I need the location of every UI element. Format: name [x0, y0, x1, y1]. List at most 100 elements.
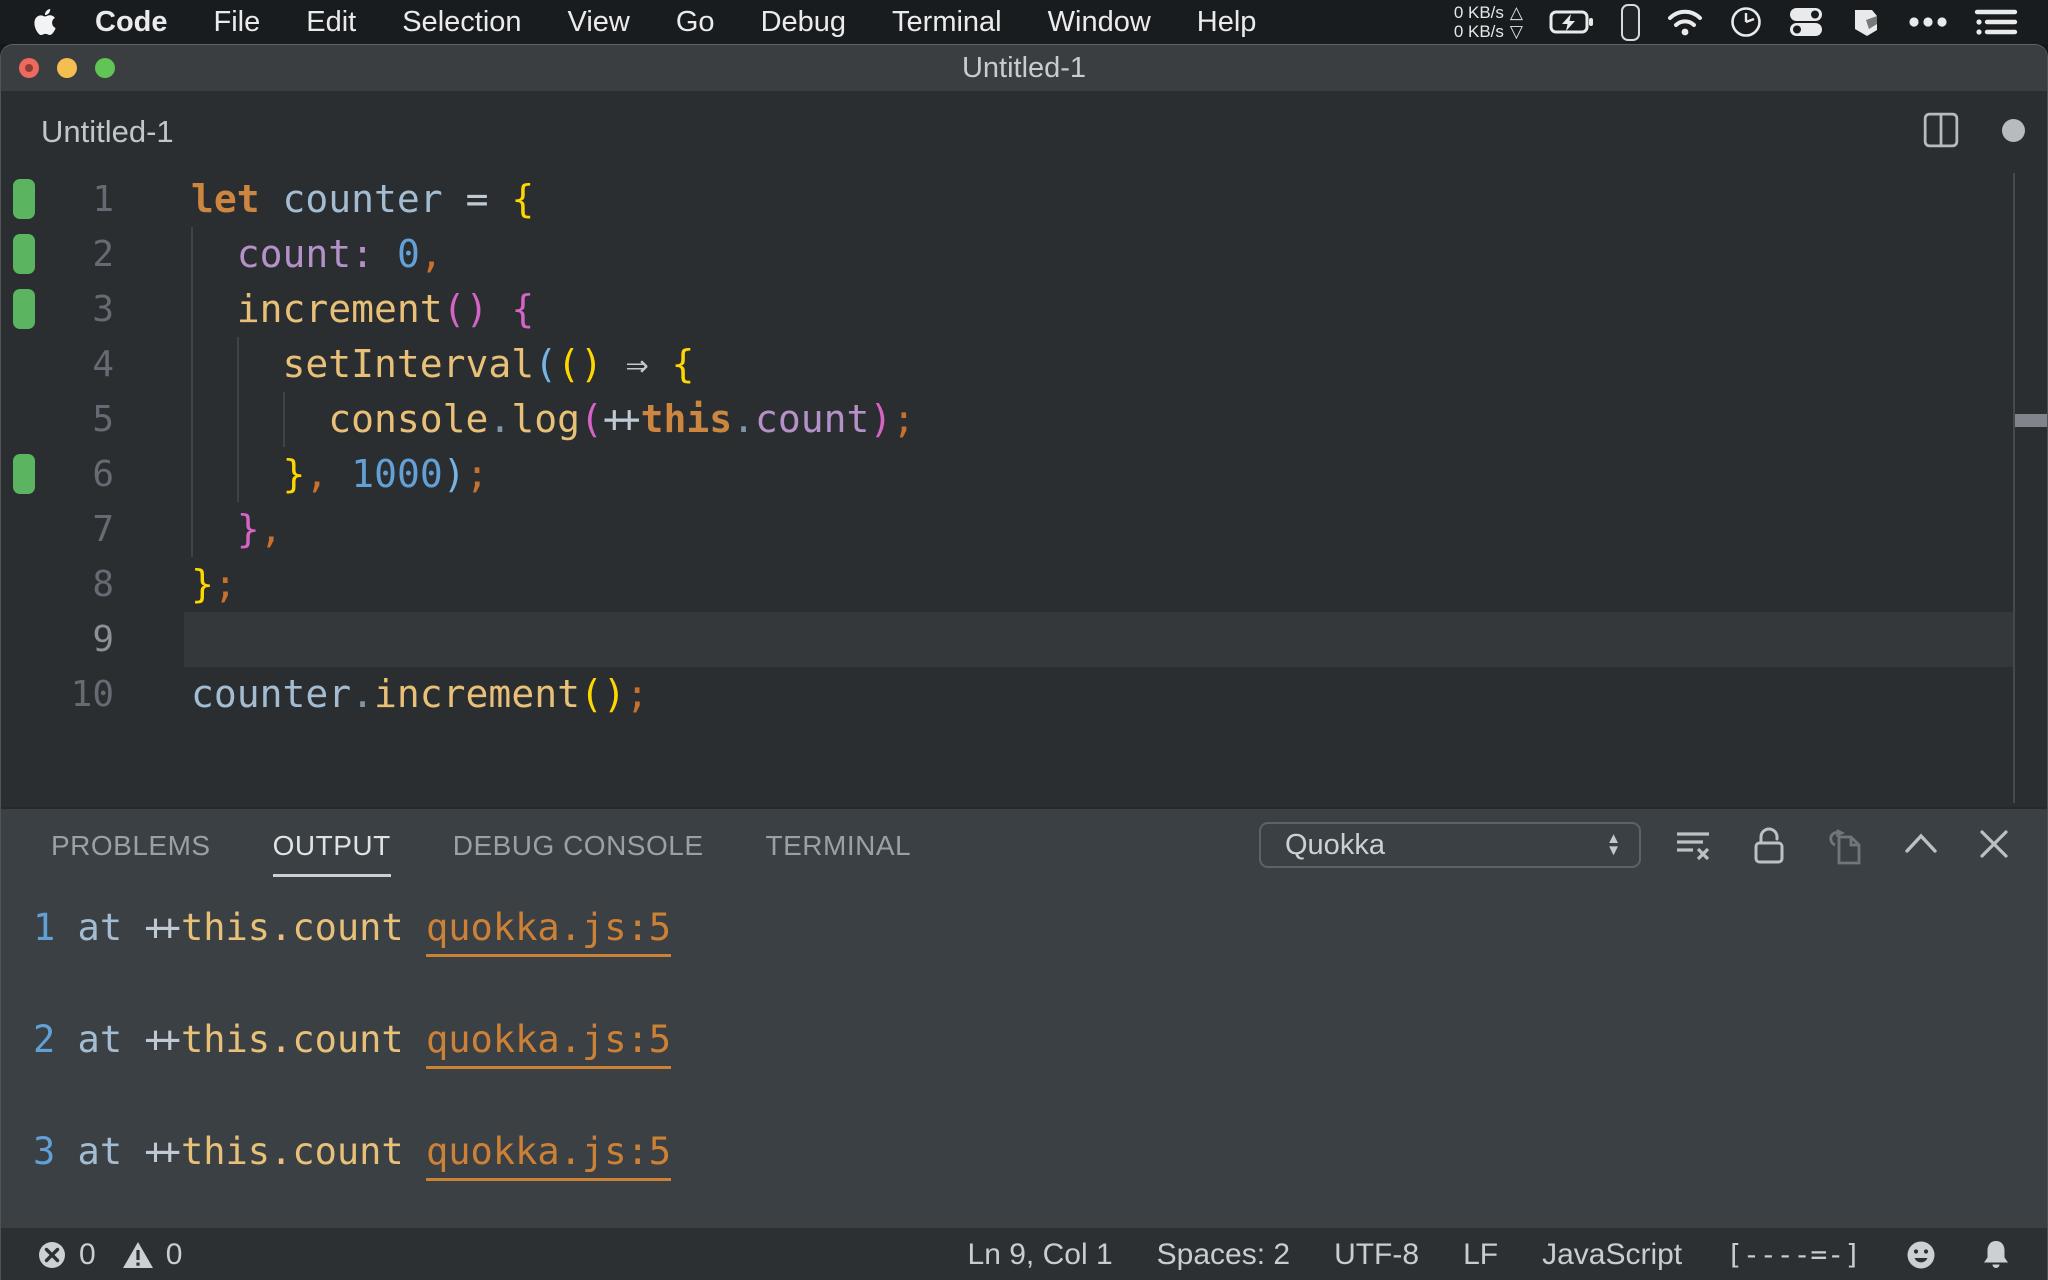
warning-icon	[122, 1240, 154, 1270]
menu-item-file[interactable]: File	[191, 6, 284, 39]
split-editor-icon[interactable]	[1922, 111, 1960, 149]
code-line-3[interactable]: increment() {	[191, 282, 534, 337]
code-token: }	[236, 507, 260, 551]
statusbar-language-mode[interactable]: JavaScript	[1542, 1238, 1682, 1272]
code-editor[interactable]: 1 let counter = {2 count: 0, 3 increment()…	[1, 169, 2047, 807]
problems-summary[interactable]: 0 0	[1, 1238, 196, 1272]
notifications-bell-icon[interactable]	[1981, 1238, 2011, 1272]
code-token: 3	[33, 1130, 56, 1173]
code-token: at	[55, 1018, 145, 1061]
code-token: ;	[213, 562, 237, 606]
unsaved-changes-dot[interactable]	[2002, 118, 2025, 142]
output-channel-select[interactable]: Quokka ▲ ▼	[1259, 822, 1641, 868]
code-token: log	[511, 397, 580, 441]
maximize-panel-icon[interactable]	[1903, 831, 1939, 855]
output-source-link[interactable]: quokka.js:5	[426, 906, 672, 957]
select-arrows-icon: ▲ ▼	[1606, 830, 1621, 859]
code-token: 1000	[351, 452, 443, 496]
panel-tab-problems[interactable]: PROBLEMS	[51, 809, 211, 883]
code-token: 2	[33, 1018, 56, 1061]
code-token: ++	[144, 906, 180, 949]
clear-output-icon[interactable]	[1673, 825, 1713, 865]
down-triangle-icon: ▽	[1509, 22, 1523, 41]
statusbar-cursor-position[interactable]: Ln 9, Col 1	[968, 1238, 1113, 1272]
code-token: {	[671, 342, 695, 386]
code-token: ,	[419, 232, 443, 276]
network-speed-indicator[interactable]: 0 KB/s △ 0 KB/s ▽	[1454, 3, 1523, 41]
panel-tab-terminal[interactable]: TERMINAL	[766, 809, 912, 883]
code-token: )	[442, 452, 466, 496]
statusbar-encoding[interactable]: UTF-8	[1334, 1238, 1419, 1272]
code-line-8[interactable]: };	[191, 557, 237, 612]
code-token: ;	[465, 452, 489, 496]
menu-item-help[interactable]: Help	[1174, 6, 1280, 39]
feedback-smiley-icon[interactable]	[1905, 1239, 1937, 1271]
code-line-2[interactable]: count: 0,	[191, 227, 443, 282]
code-token: ++	[602, 397, 641, 441]
apple-menu[interactable]	[32, 9, 58, 35]
panel-tab-output[interactable]: OUTPUT	[272, 809, 391, 883]
line-number: 3	[92, 289, 114, 330]
statusbar-eol[interactable]: LF	[1463, 1238, 1498, 1272]
menu-item-view[interactable]: View	[545, 6, 653, 39]
menu-item-debug[interactable]: Debug	[738, 6, 869, 39]
statusbar-right: Ln 9, Col 1 Spaces: 2 UTF-8 LF JavaScript [--…	[968, 1238, 2047, 1272]
output-source-link[interactable]: quokka.js:5	[426, 1130, 672, 1181]
output-log-line: 2 at ++ this.count quokka.js:5	[33, 1015, 672, 1069]
wifi-icon[interactable]	[1666, 7, 1704, 37]
line-number: 8	[92, 564, 114, 605]
panel-tab-debug-console[interactable]: DEBUG CONSOLE	[453, 809, 704, 883]
code-line-1[interactable]: let counter = {	[191, 172, 534, 227]
code-token: ;	[625, 672, 649, 716]
battery-level-icon[interactable]	[1621, 3, 1640, 41]
menu-item-edit[interactable]: Edit	[283, 6, 379, 39]
code-line-6[interactable]: }, 1000);	[191, 447, 489, 502]
panel-tab-label: OUTPUT	[272, 830, 391, 861]
open-output-in-editor-icon[interactable]	[1823, 825, 1865, 867]
code-token: .	[351, 672, 375, 716]
code-line-4[interactable]: setInterval(() ⇒ {	[191, 337, 695, 392]
menu-item-go[interactable]: Go	[653, 6, 738, 39]
code-line-7[interactable]: },	[191, 502, 283, 557]
code-token: at	[55, 906, 145, 949]
more-dots-icon[interactable]	[1908, 16, 1948, 28]
active-tab-underline	[272, 874, 391, 877]
code-token: ++	[144, 1018, 180, 1061]
menu-item-code[interactable]: Code	[72, 6, 191, 39]
code-token: (	[534, 342, 558, 386]
code-line-10[interactable]: counter.increment();	[191, 667, 649, 722]
overview-ruler-marker	[2015, 414, 2047, 427]
statusbar-indentation[interactable]: Spaces: 2	[1157, 1238, 1290, 1272]
unlock-auto-scroll-icon[interactable]	[1749, 825, 1789, 867]
clock-icon[interactable]	[1730, 6, 1762, 38]
code-token: 1	[33, 906, 56, 949]
panel-tab-label: DEBUG CONSOLE	[452, 830, 704, 861]
code-token: increment	[236, 287, 443, 331]
code-token: let	[191, 177, 260, 221]
app-shield-icon[interactable]	[1850, 6, 1882, 38]
code-token: counter	[191, 672, 352, 716]
menubar-items: Code File Edit Selection View Go Debug Terminal…	[72, 6, 1279, 39]
code-line-5[interactable]: console.log(++ this.count);	[191, 392, 915, 447]
editor-header: Untitled-1	[1, 91, 2047, 169]
output-source-link[interactable]: quokka.js:5	[426, 1018, 672, 1069]
line-number: 1	[92, 179, 114, 220]
menu-item-terminal[interactable]: Terminal	[869, 6, 1025, 39]
overview-ruler-border	[2013, 173, 2015, 803]
statusbar-quokka-status[interactable]: [----=-]	[1726, 1238, 1861, 1271]
line-number: 7	[92, 509, 114, 550]
control-center-icon[interactable]	[1788, 6, 1824, 38]
battery-charging-icon[interactable]	[1549, 5, 1595, 39]
close-panel-icon[interactable]	[1975, 825, 2013, 863]
menu-item-window[interactable]: Window	[1025, 6, 1174, 39]
tab-untitled-1[interactable]: Untitled-1	[41, 91, 174, 169]
list-menu-icon[interactable]	[1974, 6, 2018, 38]
menu-item-selection[interactable]: Selection	[379, 6, 544, 39]
